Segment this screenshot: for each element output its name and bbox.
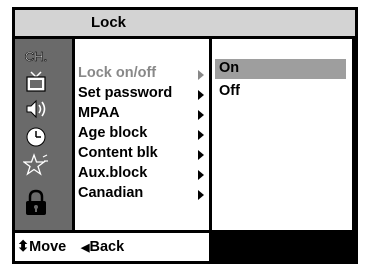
menu-item-label: MPAA — [78, 105, 120, 121]
chevron-right-icon — [198, 110, 204, 120]
move-hint-label: Move — [29, 239, 67, 255]
lock-icon[interactable] — [23, 189, 49, 215]
menu-title: Lock — [91, 14, 127, 31]
option-on[interactable]: On — [215, 59, 346, 79]
chevron-right-icon — [198, 130, 204, 140]
channel-icon-text: CH. — [25, 49, 47, 64]
speaker-icon[interactable] — [23, 96, 49, 122]
back-hint: ◀Back — [81, 239, 124, 255]
menu-item-mpaa[interactable]: MPAA — [78, 105, 204, 125]
tv-icon[interactable] — [23, 69, 49, 95]
option-off[interactable]: Off — [215, 82, 346, 102]
channel-icon[interactable]: CH. — [23, 43, 49, 69]
menu-item-label: Lock on/off — [78, 65, 157, 81]
menu-item-set-password[interactable]: Set password — [78, 85, 204, 105]
chevron-right-icon — [198, 190, 204, 200]
menu-item-canadian[interactable]: Canadian — [78, 185, 204, 205]
option-label: Off — [219, 83, 240, 99]
footer-hints: ⬍Move ◀Back — [15, 233, 209, 261]
clock-icon[interactable] — [23, 124, 49, 150]
title-bar: Lock — [15, 10, 355, 36]
menu-item-label: Aux.block — [78, 165, 148, 181]
lock-menu-panel: Lock on/off Set password MPAA Age block … — [75, 39, 209, 230]
up-down-arrow-icon: ⬍ — [17, 239, 30, 255]
option-submenu-panel: On Off — [212, 39, 352, 230]
menu-item-label: Set password — [78, 85, 173, 101]
osd-menu-window: Lock CH. Lock on/off Set password MPAA A… — [12, 7, 358, 264]
menu-item-lock-on-off[interactable]: Lock on/off — [78, 65, 204, 85]
star-icon[interactable] — [23, 152, 49, 178]
menu-item-content-blk[interactable]: Content blk — [78, 145, 204, 165]
category-icon-column: CH. — [15, 39, 72, 230]
chevron-right-icon — [198, 170, 204, 180]
back-hint-label: Back — [89, 239, 125, 255]
option-label: On — [219, 60, 240, 76]
menu-item-label: Content blk — [78, 145, 158, 161]
menu-item-label: Canadian — [78, 185, 144, 201]
chevron-right-icon — [198, 150, 204, 160]
menu-item-aux-block[interactable]: Aux.block — [78, 165, 204, 185]
chevron-right-icon — [198, 90, 204, 100]
menu-item-label: Age block — [78, 125, 148, 141]
menu-item-age-block[interactable]: Age block — [78, 125, 204, 145]
chevron-right-icon — [198, 70, 204, 80]
move-hint: ⬍Move — [17, 239, 66, 255]
